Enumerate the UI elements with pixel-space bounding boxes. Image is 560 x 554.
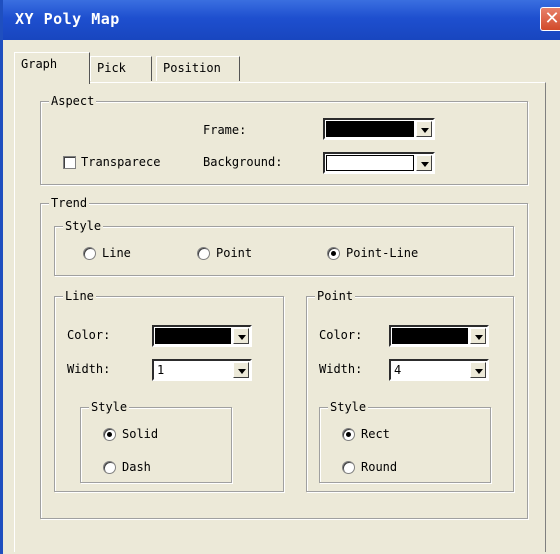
point-style-rect-label: Rect — [361, 427, 390, 441]
point-style-group: Style Rect Round — [319, 399, 491, 483]
style-line-radio[interactable] — [83, 247, 96, 260]
chevron-down-icon[interactable] — [233, 362, 249, 378]
chevron-down-icon[interactable] — [470, 362, 486, 378]
point-style-legend: Style — [328, 399, 369, 415]
point-width-label: Width: — [319, 362, 363, 376]
close-button[interactable]: ✕ — [540, 7, 560, 31]
background-color-dropdown[interactable] — [323, 152, 435, 174]
line-color-dropdown[interactable] — [152, 325, 252, 347]
style-point-label: Point — [216, 246, 253, 260]
trend-style-legend: Style — [63, 218, 104, 234]
chevron-down-icon[interactable] — [416, 155, 432, 171]
frame-label: Frame: — [203, 122, 246, 138]
point-width-value: 4 — [394, 363, 402, 377]
transparence-checkbox[interactable] — [63, 156, 76, 169]
trend-style-group: Style Line Point Point-Line — [54, 218, 514, 276]
point-color-label: Color: — [319, 328, 363, 342]
style-point-line-radio[interactable] — [327, 247, 340, 260]
line-legend: Line — [63, 288, 96, 304]
aspect-group: Aspect Frame: Transparece Background: — [40, 93, 528, 185]
background-color-swatch — [326, 155, 414, 171]
trend-legend: Trend — [49, 195, 90, 211]
style-point-radio[interactable] — [197, 247, 210, 260]
line-style-legend: Style — [89, 399, 130, 415]
dialog-window: XY Poly Map ✕ Graph Pick Position Aspect… — [0, 0, 560, 554]
style-point-line-label: Point-Line — [346, 246, 419, 260]
tab-graph[interactable]: Graph — [14, 52, 90, 84]
line-style-solid-label: Solid — [122, 427, 159, 441]
line-group: Line Color: Width: 1 Style Solid Dash — [54, 288, 284, 492]
point-legend: Point — [315, 288, 356, 304]
window-title: XY Poly Map — [15, 10, 120, 28]
chevron-down-icon[interactable] — [470, 328, 486, 344]
line-width-value: 1 — [157, 363, 165, 377]
line-style-group: Style Solid Dash — [80, 399, 232, 483]
line-color-label: Color: — [67, 328, 111, 342]
graph-tab-panel: Aspect Frame: Transparece Background: Tr… — [14, 82, 546, 552]
trend-group: Trend Style Line Point Point-Line Line C… — [40, 195, 528, 519]
title-bar[interactable]: XY Poly Map ✕ — [3, 0, 560, 40]
frame-color-swatch — [326, 121, 414, 137]
point-style-round-label: Round — [361, 460, 398, 474]
point-color-swatch — [392, 328, 468, 344]
line-width-dropdown[interactable]: 1 — [152, 359, 252, 381]
line-style-dash-label: Dash — [122, 460, 151, 474]
point-group: Point Color: Width: 4 Style Rect Round — [306, 288, 514, 492]
dialog-body: Graph Pick Position Aspect Frame: Transp… — [3, 40, 560, 554]
frame-label-text: Frame: — [203, 123, 247, 137]
frame-color-dropdown[interactable] — [323, 118, 435, 140]
close-icon: ✕ — [544, 8, 560, 29]
aspect-legend: Aspect — [49, 93, 97, 109]
line-style-solid-radio[interactable] — [103, 428, 116, 441]
tab-position[interactable]: Position — [156, 56, 240, 81]
chevron-down-icon[interactable] — [416, 121, 432, 137]
transparence-label: Transparece — [81, 155, 161, 169]
point-style-round-radio[interactable] — [342, 461, 355, 474]
chevron-down-icon[interactable] — [233, 328, 249, 344]
style-line-label: Line — [102, 246, 131, 260]
background-label: Background: — [203, 155, 283, 169]
line-width-label: Width: — [67, 362, 111, 376]
point-width-dropdown[interactable]: 4 — [389, 359, 489, 381]
tab-pick[interactable]: Pick — [90, 56, 152, 81]
line-color-swatch — [155, 328, 231, 344]
line-style-dash-radio[interactable] — [103, 461, 116, 474]
point-style-rect-radio[interactable] — [342, 428, 355, 441]
point-color-dropdown[interactable] — [389, 325, 489, 347]
